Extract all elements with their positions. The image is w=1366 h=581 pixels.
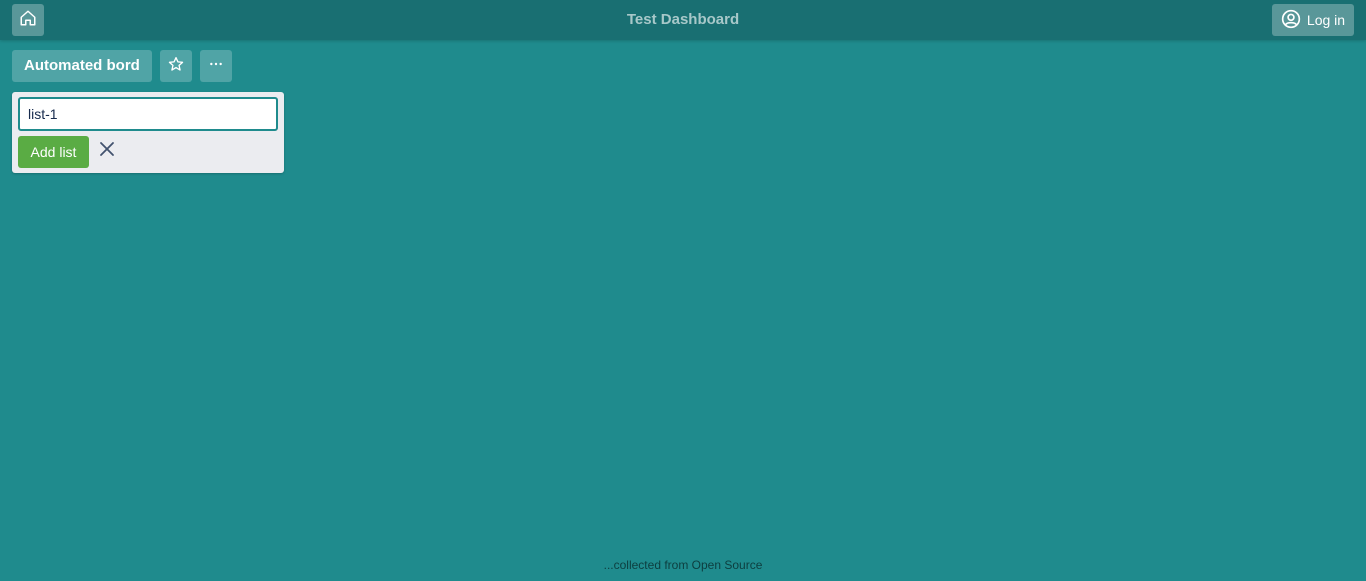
footer-text: ...collected from Open Source [603, 558, 763, 572]
board-menu-button[interactable] [199, 50, 232, 82]
board-header: Automated bord [12, 50, 232, 82]
list-title-input[interactable] [18, 97, 278, 131]
add-list-button[interactable]: Add list [18, 136, 89, 168]
close-icon [98, 140, 116, 163]
home-button[interactable] [12, 4, 44, 36]
login-button[interactable]: Log in [1272, 4, 1354, 36]
home-icon [19, 9, 37, 32]
more-horizontal-icon [208, 56, 224, 77]
app-title: Test Dashboard [626, 11, 740, 28]
board-title[interactable]: Automated bord [12, 50, 152, 82]
login-label: Log in [1306, 12, 1346, 28]
top-bar: Test Dashboard Log in [0, 0, 1366, 40]
user-circle-icon [1281, 9, 1301, 32]
add-list-form: Add list [12, 92, 284, 173]
star-button[interactable] [159, 50, 192, 82]
cancel-add-list-button[interactable] [96, 140, 118, 162]
star-icon [168, 56, 184, 77]
